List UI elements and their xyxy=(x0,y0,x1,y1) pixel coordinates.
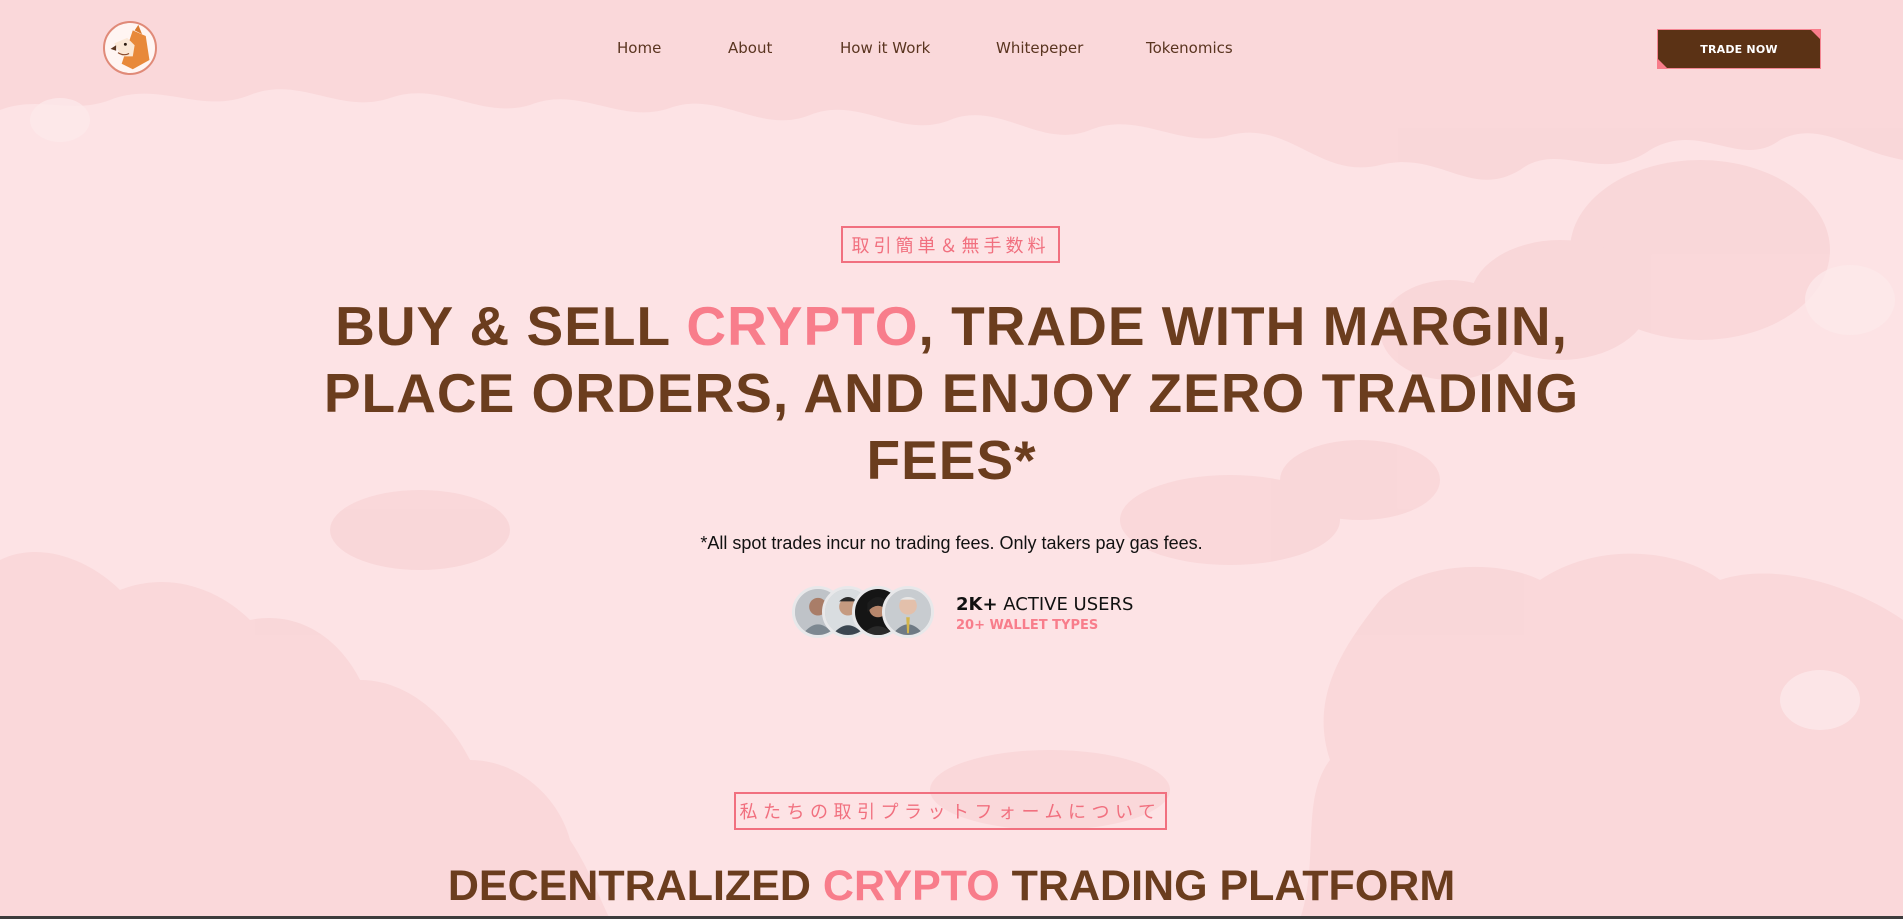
about-jp-badge: 私たちの取引プラットフォームについて xyxy=(734,792,1167,830)
about-title-accent: CRYPTO xyxy=(822,862,1000,910)
wallet-types-stat: 20+ WALLET TYPES xyxy=(956,618,1099,633)
user-avatars xyxy=(792,586,940,642)
hero-title-part1: BUY & SELL xyxy=(335,295,687,357)
user-avatar-4-icon xyxy=(882,586,934,638)
active-users-count: 2K+ xyxy=(956,594,998,615)
nav-about[interactable]: About xyxy=(728,39,772,57)
hero-disclaimer: *All spot trades incur no trading fees. … xyxy=(700,533,1203,553)
hero-title-accent: CRYPTO xyxy=(686,295,919,357)
trade-now-button[interactable]: TRADE NOW xyxy=(1657,29,1821,69)
nav-how-it-work[interactable]: How it Work xyxy=(840,39,930,57)
button-corner-decoration xyxy=(1657,58,1668,69)
main-nav: Home About How it Work Whitepeper Tokeno… xyxy=(0,39,1903,61)
about-title-part1: DECENTRALIZED xyxy=(447,862,823,910)
active-users-label: ACTIVE USERS xyxy=(997,594,1134,615)
button-corner-decoration xyxy=(1810,29,1821,40)
active-users-stat: 2K+ ACTIVE USERS xyxy=(956,594,1133,615)
nav-whitepaper[interactable]: Whitepeper xyxy=(996,39,1083,57)
about-section-title: DECENTRALIZED CRYPTO TRADING PLATFORM xyxy=(0,862,1903,911)
about-title-part2: TRADING PLATFORM xyxy=(999,862,1456,910)
nav-home[interactable]: Home xyxy=(617,39,661,57)
trade-now-label: TRADE NOW xyxy=(1700,42,1778,56)
hero-title: BUY & SELL CRYPTO, TRADE WITH MARGIN, PL… xyxy=(300,293,1603,494)
hero-jp-badge: 取引簡単＆無手数料 xyxy=(841,226,1060,263)
nav-tokenomics[interactable]: Tokenomics xyxy=(1146,39,1233,57)
